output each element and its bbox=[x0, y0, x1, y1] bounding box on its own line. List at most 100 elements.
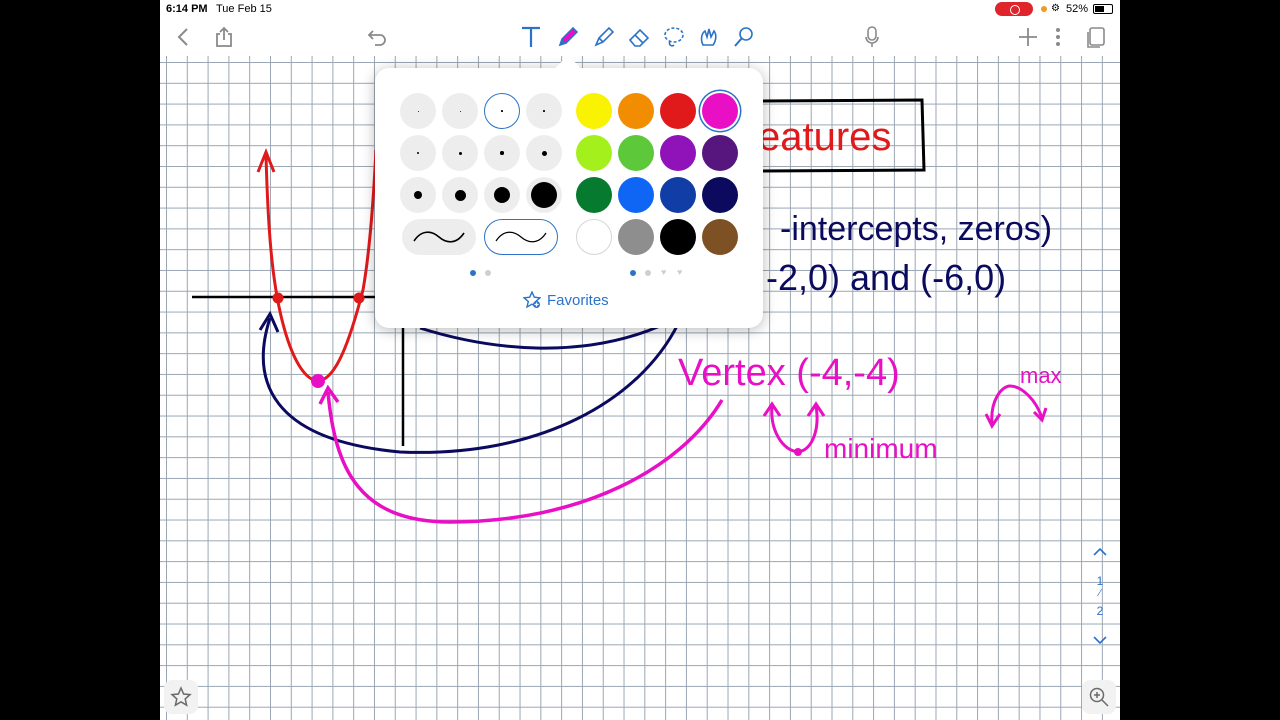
camera-indicator-icon bbox=[1041, 6, 1047, 12]
title-text: eatures bbox=[758, 115, 891, 159]
pen-size-dot bbox=[531, 182, 557, 208]
x-intercepts-note: -intercepts, zeros) bbox=[780, 210, 1052, 248]
total-page-number: 2 bbox=[1096, 604, 1104, 618]
pen-size-dot bbox=[414, 191, 422, 199]
zeros-arrow-outer bbox=[261, 317, 680, 454]
favorites-label: Favorites bbox=[547, 291, 609, 309]
zeros-values-note: -2,0) and (-6,0) bbox=[766, 257, 1006, 298]
color-swatch[interactable] bbox=[618, 93, 654, 129]
share-icon[interactable] bbox=[210, 22, 238, 52]
color-swatch[interactable] bbox=[576, 177, 612, 213]
vertex-arrow bbox=[326, 391, 724, 524]
color-swatch[interactable] bbox=[576, 135, 612, 171]
pen-size-dot bbox=[416, 151, 420, 155]
color-swatch[interactable] bbox=[660, 93, 696, 129]
status-time: 6:14 PM bbox=[166, 3, 208, 15]
pen-size-option[interactable] bbox=[400, 135, 436, 171]
color-swatch[interactable] bbox=[618, 177, 654, 213]
zeros-arrow-inner bbox=[419, 324, 661, 350]
squiggle-icon bbox=[495, 231, 547, 243]
pen-size-dot bbox=[500, 151, 504, 155]
color-swatch[interactable] bbox=[702, 135, 738, 171]
color-page-indicator-1 bbox=[630, 270, 636, 276]
pen-size-option[interactable] bbox=[526, 177, 562, 213]
pen-size-option[interactable] bbox=[484, 177, 520, 213]
page-down-icon[interactable] bbox=[1093, 634, 1107, 648]
zero-point-left bbox=[272, 292, 284, 304]
vertex-note: Vertex (-4,-4) bbox=[678, 352, 900, 394]
pen-tool-icon[interactable] bbox=[554, 22, 582, 52]
pen-size-option[interactable] bbox=[484, 93, 520, 129]
pen-size-option[interactable] bbox=[484, 135, 520, 171]
shape-tool-icon[interactable] bbox=[695, 22, 723, 52]
text-tool-icon[interactable] bbox=[517, 22, 545, 52]
zero-point-right bbox=[353, 292, 365, 304]
color-swatch[interactable] bbox=[660, 177, 696, 213]
title-box: eatures bbox=[758, 98, 926, 173]
page-separator: ⁄ bbox=[1099, 588, 1101, 599]
pen-size-dot bbox=[543, 110, 545, 112]
size-page-indicator-1 bbox=[470, 270, 476, 276]
color-swatch[interactable] bbox=[702, 177, 738, 213]
color-swatch[interactable] bbox=[576, 219, 612, 255]
favorite-page-indicator-2: ♥ bbox=[677, 267, 683, 277]
pen-size-dot bbox=[501, 110, 503, 112]
lasso-tool-icon[interactable] bbox=[660, 22, 688, 52]
color-swatch[interactable] bbox=[702, 219, 738, 255]
laser-pointer-icon[interactable] bbox=[730, 22, 758, 52]
screen-recording-icon bbox=[995, 2, 1033, 16]
battery-percent: 52% bbox=[1066, 3, 1089, 15]
color-swatch[interactable] bbox=[618, 135, 654, 171]
size-page-indicator-2 bbox=[485, 270, 491, 276]
highlighter-tool-icon[interactable] bbox=[590, 22, 618, 52]
pen-size-dot bbox=[459, 110, 461, 112]
pen-size-dot bbox=[541, 150, 547, 156]
pen-size-option[interactable] bbox=[400, 177, 436, 213]
status-bar: 6:14 PM Tue Feb 15 ⚙ 52% bbox=[160, 0, 1120, 18]
page-up-icon[interactable] bbox=[1093, 546, 1107, 560]
pen-size-option[interactable] bbox=[442, 93, 478, 129]
vertex-point bbox=[311, 374, 325, 388]
pen-size-dot bbox=[454, 189, 466, 201]
parabola-curve bbox=[264, 149, 378, 383]
plus-icon[interactable] bbox=[1014, 22, 1042, 52]
minimum-note: minimum bbox=[824, 433, 938, 464]
max-note: max bbox=[1020, 363, 1062, 388]
stroke-style-ballpoint[interactable] bbox=[402, 219, 476, 255]
pen-size-dot bbox=[458, 151, 462, 155]
more-icon[interactable] bbox=[1048, 22, 1068, 52]
squiggle-icon bbox=[413, 231, 465, 243]
eraser-tool-icon[interactable] bbox=[625, 22, 653, 52]
color-swatch[interactable] bbox=[660, 219, 696, 255]
pen-size-option[interactable] bbox=[400, 93, 436, 129]
chevron-left-icon[interactable] bbox=[169, 22, 197, 52]
stroke-style-fountain[interactable] bbox=[484, 219, 558, 255]
pages-icon[interactable] bbox=[1082, 22, 1110, 52]
pen-size-option[interactable] bbox=[442, 177, 478, 213]
page-navigator: 1 ⁄ 2 bbox=[1087, 540, 1113, 652]
color-swatch[interactable] bbox=[576, 93, 612, 129]
bookmark-star-icon[interactable] bbox=[164, 680, 198, 714]
favorites-button[interactable]: Favorites bbox=[523, 290, 609, 310]
minimum-dot bbox=[794, 448, 802, 456]
pen-size-option[interactable] bbox=[442, 135, 478, 171]
pen-settings-popover: ♥ ♥ Favorites bbox=[375, 68, 763, 328]
color-page-indicator-2 bbox=[645, 270, 651, 276]
note-toolbar bbox=[160, 18, 1120, 56]
star-add-icon bbox=[523, 291, 541, 309]
color-swatch[interactable] bbox=[660, 135, 696, 171]
microphone-icon[interactable] bbox=[858, 22, 886, 52]
color-swatch[interactable] bbox=[702, 93, 738, 129]
favorite-page-indicator-1: ♥ bbox=[661, 267, 667, 277]
zoom-icon[interactable] bbox=[1082, 680, 1116, 714]
ipad-screen: eatures -intercepts, zeros) -2,0) and (-… bbox=[160, 0, 1120, 720]
undo-icon[interactable] bbox=[363, 22, 391, 52]
pen-size-dot bbox=[417, 110, 419, 112]
pen-size-option[interactable] bbox=[526, 135, 562, 171]
pen-size-option[interactable] bbox=[526, 93, 562, 129]
orientation-lock-icon: ⚙ bbox=[1051, 3, 1060, 14]
pen-size-dot bbox=[494, 187, 510, 203]
color-swatch[interactable] bbox=[618, 219, 654, 255]
max-sketch bbox=[990, 384, 1044, 425]
status-date: Tue Feb 15 bbox=[216, 3, 272, 15]
